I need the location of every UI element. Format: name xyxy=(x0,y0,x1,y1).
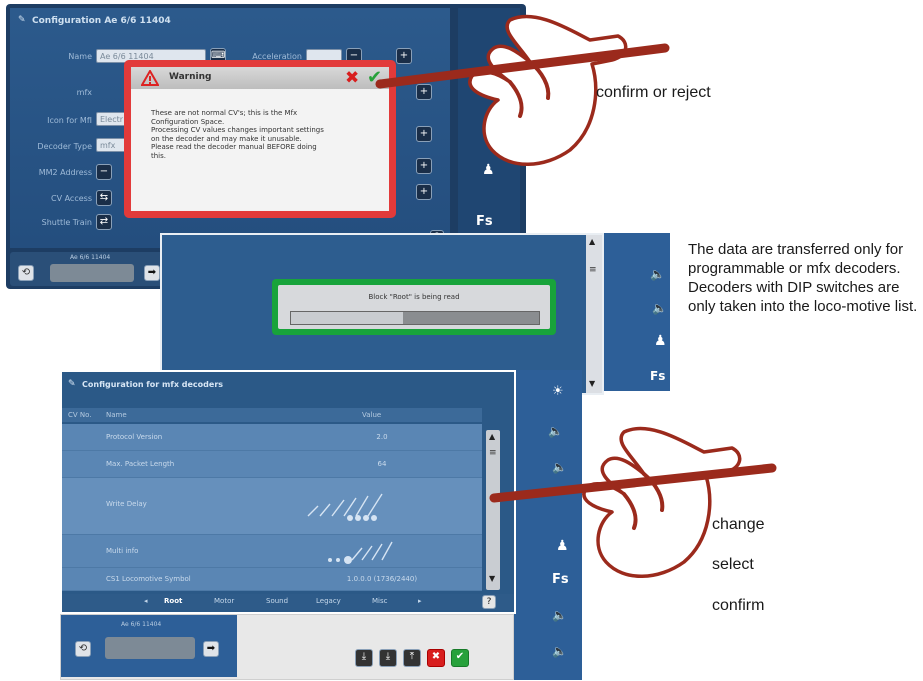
warning-header: Warning ✖ ✔ xyxy=(131,67,389,89)
confirm-check-icon[interactable]: ✔ xyxy=(451,649,469,667)
write-delay-slider-icon[interactable] xyxy=(298,488,408,524)
warning-title: Warning xyxy=(169,72,212,82)
scroll-thumb-icon[interactable]: ≡ xyxy=(589,265,597,275)
row-value: 2.0 xyxy=(376,433,388,441)
wrench-icon: ✎ xyxy=(18,15,26,25)
loco-back-button[interactable]: ⟲ xyxy=(18,265,34,281)
mfx-config-panel: ✎ Configuration for mfx decoders CV No. … xyxy=(60,370,516,614)
row-name: CS1 Locomotive Symbol xyxy=(106,575,191,583)
confirm-caption: confirm xyxy=(712,597,765,614)
tab-legacy[interactable]: Legacy xyxy=(316,597,341,605)
table-row[interactable]: Max. Packet Length 64 xyxy=(62,451,482,478)
cv-access-button[interactable]: ⇆ xyxy=(96,190,112,206)
loco-bar: Ae 6/6 11404 ⟲ ➡ xyxy=(61,615,237,677)
warning-line: this. xyxy=(151,151,166,160)
scroll-up-icon[interactable]: ▲ xyxy=(589,237,595,246)
transfer-note: The data are transferred only for progra… xyxy=(688,241,918,315)
upload-icon[interactable]: ⤒ xyxy=(403,649,421,667)
loco-back-button[interactable]: ⟲ xyxy=(75,641,91,657)
warning-line: on the decoder and may make it unusable. xyxy=(151,134,302,143)
speaker-icon: 🔈 xyxy=(650,267,665,281)
change-caption: change xyxy=(712,516,765,533)
light-icon: ☀ xyxy=(552,384,564,399)
warning-line: Processing CV values changes important s… xyxy=(151,126,324,135)
col-name: Name xyxy=(106,411,127,419)
speaker-icon: 🔈 xyxy=(552,644,567,658)
tab-root[interactable]: Root xyxy=(164,597,182,605)
warning-dialog: Warning ✖ ✔ These are not normal CV's; t… xyxy=(124,60,396,218)
fs-icon: Fs xyxy=(650,369,666,383)
mfx-label: mfx xyxy=(76,88,92,97)
reading-dialog: Block "Root" is being read xyxy=(272,279,556,335)
warning-line: Please read the decoder manual BEFORE do… xyxy=(151,143,317,152)
warning-text: These are not normal CV's; this is the M… xyxy=(151,109,371,161)
reject-icon[interactable]: ✖ xyxy=(427,649,445,667)
reading-message: Block "Root" is being read xyxy=(368,293,460,301)
tab-misc[interactable]: Misc xyxy=(372,597,387,605)
loco-next-button[interactable]: ➡ xyxy=(203,641,219,657)
reading-progress-fill xyxy=(291,312,403,324)
table-row[interactable]: Write Delay xyxy=(62,478,482,535)
figure-icon: ♟ xyxy=(654,333,667,349)
shuttle-train-button[interactable]: ⇄ xyxy=(96,214,112,230)
locomotive-image[interactable] xyxy=(105,637,195,659)
fs-icon: Fs xyxy=(476,214,493,229)
table-header: CV No. Name Value xyxy=(62,408,482,422)
download-icon[interactable]: ⤓ xyxy=(379,649,397,667)
category-tabs: ◂ Root Motor Sound Legacy Misc ▸ ? xyxy=(62,594,514,610)
table-row[interactable]: CS1 Locomotive Symbol 1.0.0.0 (1736/2440… xyxy=(62,568,482,591)
row-value: 1.0.0.0 (1736/2440) xyxy=(346,575,418,583)
warning-dialog-body: Warning ✖ ✔ These are not normal CV's; t… xyxy=(131,67,389,211)
warning-line: Configuration Space. xyxy=(151,117,225,126)
reading-progress-bar xyxy=(290,311,540,325)
row-value: 64 xyxy=(377,460,387,468)
cv-access-label: CV Access xyxy=(51,194,92,203)
table-row[interactable]: Protocol Version 2.0 xyxy=(62,424,482,451)
mm2-label: MM2 Address xyxy=(38,168,92,177)
mm2-minus-button[interactable]: − xyxy=(96,164,112,180)
shuttle-train-label: Shuttle Train xyxy=(41,218,92,227)
wrench-icon: ✎ xyxy=(68,379,76,389)
row-name: Protocol Version xyxy=(106,433,163,441)
mfx-config-title: Configuration for mfx decoders xyxy=(82,380,224,389)
config-title: Configuration Ae 6/6 11404 xyxy=(32,16,171,26)
tab-prev-icon[interactable]: ◂ xyxy=(144,597,148,605)
decoder-type-label: Decoder Type xyxy=(37,142,92,151)
select-caption: select xyxy=(712,556,754,573)
loco-name: Ae 6/6 11404 xyxy=(121,621,162,628)
tab-motor[interactable]: Motor xyxy=(214,597,234,605)
col-cvno: CV No. xyxy=(68,411,92,419)
scroll-down-icon[interactable]: ▼ xyxy=(589,379,595,388)
tab-next-icon[interactable]: ▸ xyxy=(418,597,422,605)
warning-triangle-icon xyxy=(141,70,159,86)
loco-bar: Ae 6/6 11404 ⟲ ➡ xyxy=(10,252,170,286)
icon-label: Icon for MfI xyxy=(47,116,92,125)
download-icon[interactable]: ⤓ xyxy=(355,649,373,667)
speaker-icon: 🔈 xyxy=(652,301,667,315)
mfx-bottom-bar: Ae 6/6 11404 ⟲ ➡ ⤓ ⤓ ⤒ ✖ ✔ xyxy=(60,614,514,680)
warning-line: These are not normal CV's; this is the M… xyxy=(151,109,298,117)
row-name: Max. Packet Length xyxy=(106,460,175,468)
tab-sound[interactable]: Sound xyxy=(266,597,288,605)
decoder-type-field[interactable]: mfx xyxy=(96,138,126,152)
reading-function-strip: 🔈 🔈 ♟ Fs xyxy=(600,233,670,391)
multi-info-slider-icon[interactable] xyxy=(322,538,402,566)
reading-dialog-body: Block "Root" is being read xyxy=(278,285,550,329)
loco-name: Ae 6/6 11404 xyxy=(70,254,111,261)
row-name: Write Delay xyxy=(106,500,147,508)
table-row[interactable]: Multi info xyxy=(62,535,482,568)
col-value: Value xyxy=(362,411,382,419)
reading-scrollbar[interactable]: ▲ ≡ ▼ xyxy=(586,235,602,393)
name-label: Name xyxy=(68,52,92,61)
row-name: Multi info xyxy=(106,547,139,555)
confirm-or-reject-caption: confirm or reject xyxy=(596,84,711,101)
reject-icon[interactable]: ✖ xyxy=(345,68,359,88)
locomotive-image[interactable] xyxy=(50,264,134,282)
loco-next-button[interactable]: ➡ xyxy=(144,265,160,281)
icon-field[interactable]: Electr xyxy=(96,112,126,126)
